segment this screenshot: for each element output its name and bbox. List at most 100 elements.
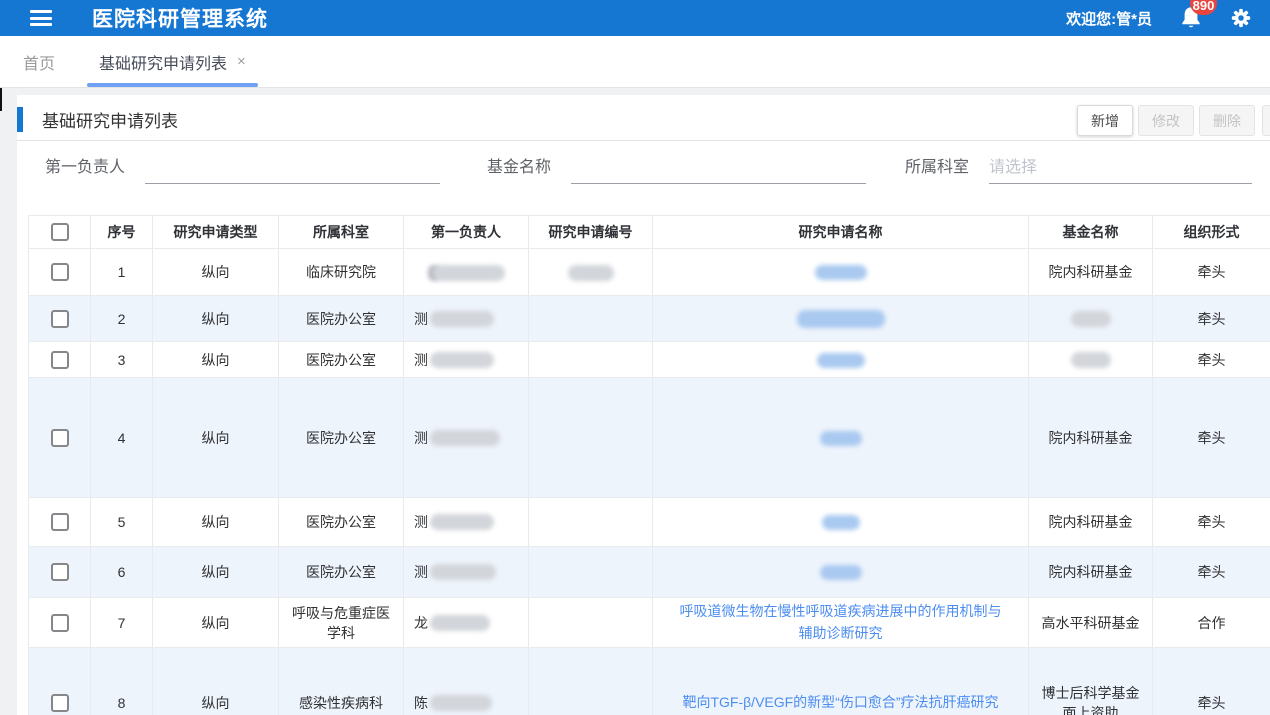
redacted-leader: [430, 311, 494, 327]
row-checkbox[interactable]: [51, 263, 69, 281]
cell-org: 牵头: [1153, 249, 1270, 296]
cell-dept: 感染性疾病科: [279, 648, 404, 715]
content-panel: 基础研究申请列表 新增 修改 删除 第一负责人 基金名称 所属科室 请选择: [17, 95, 1270, 715]
cell-name: [653, 498, 1029, 547]
table-row: 8 纵向 感染性疾病科 陈 靶向TGF-β/VEGF的新型“伤口愈合”疗法抗肝癌…: [29, 648, 1270, 715]
cell-fund: 高水平科研基金: [1029, 598, 1153, 648]
cell-type: 纵向: [153, 547, 279, 598]
edit-button[interactable]: 修改: [1138, 105, 1194, 136]
redacted-name: [797, 310, 885, 328]
cell-leader: 测: [404, 342, 529, 378]
cell-type: 纵向: [153, 296, 279, 342]
table-row: 6 纵向 医院办公室 测 院内科研基金 牵头: [29, 547, 1270, 598]
filter-leader-input[interactable]: [145, 152, 440, 184]
cell-leader: 陈: [404, 648, 529, 715]
row-checkbox[interactable]: [51, 310, 69, 328]
select-all-checkbox[interactable]: [51, 223, 69, 241]
col-name: 研究申请名称: [653, 216, 1029, 249]
redacted-leader: [430, 615, 490, 631]
cell-seq: 4: [91, 378, 153, 498]
cell-fund: 院内科研基金: [1029, 249, 1153, 296]
cell-code: [529, 296, 653, 342]
cell-name: [653, 547, 1029, 598]
table-header-row: 序号 研究申请类型 所属科室 第一负责人 研究申请编号 研究申请名称 基金名称 …: [29, 216, 1270, 249]
tab-bar: 首页 基础研究申请列表 ×: [0, 36, 1270, 88]
row-checkbox[interactable]: [51, 614, 69, 632]
top-bar: 医院科研管理系统 欢迎您:管*员 890: [0, 0, 1270, 36]
cell-fund: [1029, 342, 1153, 378]
table-row: 2 纵向 医院办公室 测 牵头: [29, 296, 1270, 342]
row-checkbox[interactable]: [51, 513, 69, 531]
redacted-leader: [430, 430, 500, 446]
redacted-leader: [430, 352, 494, 368]
table-row: 7 纵向 呼吸与危重症医学科 龙 呼吸道微生物在慢性呼吸道疾病进展中的作用机制与…: [29, 598, 1270, 648]
cell-leader: 龙: [404, 598, 529, 648]
col-fund: 基金名称: [1029, 216, 1153, 249]
cell-fund: 院内科研基金: [1029, 547, 1153, 598]
cell-dept: 呼吸与危重症医学科: [279, 598, 404, 648]
cell-type: 纵向: [153, 378, 279, 498]
add-button[interactable]: 新增: [1077, 105, 1133, 136]
redacted-name: [820, 565, 862, 580]
cell-org: 牵头: [1153, 648, 1270, 715]
delete-button[interactable]: 删除: [1199, 105, 1255, 136]
cell-seq: 7: [91, 598, 153, 648]
cell-seq: 5: [91, 498, 153, 547]
menu-icon[interactable]: [30, 10, 52, 26]
cell-code: [529, 598, 653, 648]
cell-fund: 博士后科学基金面上资助: [1029, 648, 1153, 715]
row-checkbox[interactable]: [51, 351, 69, 369]
table-row: 5 纵向 医院办公室 测 院内科研基金 牵头: [29, 498, 1270, 547]
text-cursor-artifact: [0, 88, 2, 111]
redacted-name: [822, 515, 860, 530]
cell-type: 纵向: [153, 342, 279, 378]
tab-home[interactable]: 首页: [15, 36, 63, 87]
cell-code: [529, 342, 653, 378]
filter-dept-select[interactable]: 请选择: [989, 152, 1252, 184]
cell-code: [529, 547, 653, 598]
cell-type: 纵向: [153, 498, 279, 547]
tab-label: 基础研究申请列表: [99, 50, 227, 74]
table-row: 3 纵向 医院办公室 测 牵头: [29, 342, 1270, 378]
tab-basic-research-list[interactable]: 基础研究申请列表 ×: [85, 36, 260, 87]
gear-glyph: [1230, 7, 1252, 29]
tab-close-icon[interactable]: ×: [237, 53, 246, 70]
cell-code: [529, 249, 653, 296]
filter-dept: 所属科室 请选择: [905, 152, 1252, 184]
col-seq: 序号: [91, 216, 153, 249]
redacted-leader: [433, 265, 505, 281]
welcome-text: 欢迎您:管*员: [1066, 8, 1152, 29]
row-checkbox[interactable]: [51, 694, 69, 712]
cell-type: 纵向: [153, 648, 279, 715]
partial-button[interactable]: [1262, 105, 1270, 136]
table-row: 1 纵向 临床研究院 院内科研基金 牵头: [29, 249, 1270, 296]
cell-leader: 测: [404, 498, 529, 547]
row-checkbox[interactable]: [51, 563, 69, 581]
cell-org: 牵头: [1153, 296, 1270, 342]
col-leader: 第一负责人: [404, 216, 529, 249]
redacted-name: [815, 265, 867, 280]
row-checkbox[interactable]: [51, 429, 69, 447]
cell-org: 合作: [1153, 598, 1270, 648]
redacted-leader: [430, 695, 492, 711]
cell-code: [529, 378, 653, 498]
col-type: 研究申请类型: [153, 216, 279, 249]
notification-badge: 890: [1190, 0, 1217, 15]
bell-icon[interactable]: 890: [1178, 5, 1204, 31]
application-name-link[interactable]: 呼吸道微生物在慢性呼吸道疾病进展中的作用机制与辅助诊断研究: [680, 601, 1002, 644]
redacted-name: [817, 353, 865, 368]
cell-name: [653, 249, 1029, 296]
cell-dept: 医院办公室: [279, 498, 404, 547]
filter-fund-input[interactable]: [571, 152, 866, 184]
cell-org: 牵头: [1153, 378, 1270, 498]
redacted-fund: [1071, 352, 1111, 368]
cell-dept: 医院办公室: [279, 342, 404, 378]
table-row: 4 纵向 医院办公室 测 院内科研基金 牵头: [29, 378, 1270, 498]
cell-seq: 6: [91, 547, 153, 598]
gear-icon[interactable]: [1230, 7, 1252, 29]
col-code: 研究申请编号: [529, 216, 653, 249]
cell-fund: [1029, 296, 1153, 342]
filter-leader: 第一负责人: [45, 152, 440, 184]
application-name-link[interactable]: 靶向TGF-β/VEGF的新型“伤口愈合”疗法抗肝癌研究: [682, 692, 998, 714]
cell-name: [653, 378, 1029, 498]
